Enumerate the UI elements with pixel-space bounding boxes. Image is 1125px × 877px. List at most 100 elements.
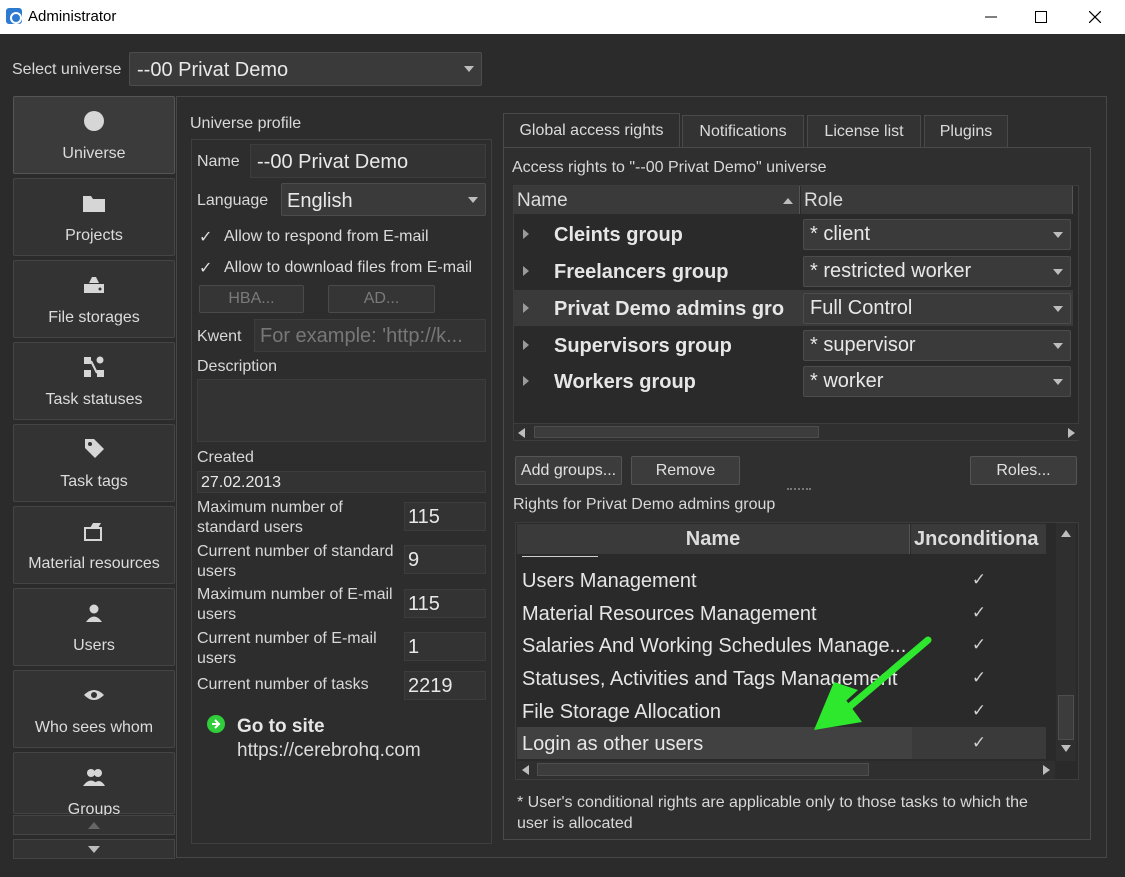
chevron-down-icon: [468, 196, 478, 203]
sidebar-item-material-resources[interactable]: Material resources: [13, 506, 175, 584]
groups-col-name-header[interactable]: Name: [514, 186, 800, 214]
sidebar-item-users[interactable]: Users: [13, 588, 175, 666]
role-select[interactable]: * worker: [803, 366, 1071, 397]
role-select[interactable]: Full Control: [803, 293, 1071, 324]
tab-license-list[interactable]: License list: [807, 115, 921, 147]
rights-row[interactable]: Material Resources Management ✓: [517, 597, 1046, 629]
go-to-site-link[interactable]: Go to site: [237, 716, 325, 738]
conditional-rights-footnote: * User's conditional rights are applicab…: [517, 794, 1028, 832]
universe-select-value: --00 Privat Demo: [137, 59, 289, 81]
role-select[interactable]: * supervisor: [803, 330, 1071, 361]
splitter-handle[interactable]: [787, 488, 811, 491]
language-label: Language: [197, 192, 269, 209]
group-name: Cleints group: [554, 224, 683, 246]
group-row[interactable]: Cleints group * client: [513, 216, 1073, 252]
name-input[interactable]: --00 Privat Demo: [250, 144, 486, 178]
groups-col-role-header[interactable]: Role: [801, 186, 1073, 214]
rights-col-name-header[interactable]: Name: [517, 524, 910, 554]
description-textarea[interactable]: [197, 379, 486, 442]
groups-icon: [82, 765, 106, 789]
role-select[interactable]: * client: [803, 219, 1071, 250]
role-value: Full Control: [810, 297, 913, 319]
sidebar-item-task-tags[interactable]: Task tags: [13, 424, 175, 502]
max-email-users-value[interactable]: 115: [404, 589, 486, 618]
groups-hscroll-thumb[interactable]: [534, 426, 819, 438]
allow-download-checkbox[interactable]: ✓ Allow to download files from E-mail: [199, 258, 472, 278]
current-standard-users-value: 9: [404, 545, 486, 574]
group-row[interactable]: Workers group * worker: [513, 363, 1073, 399]
rights-row[interactable]: File Storage Allocation ✓: [517, 695, 1046, 727]
allow-respond-checkbox[interactable]: ✓ Allow to respond from E-mail: [199, 227, 429, 247]
rights-row[interactable]: Statuses, Activities and Tags Management…: [517, 662, 1046, 694]
role-value: * supervisor: [810, 334, 916, 356]
window-title: Administrator: [28, 8, 117, 25]
remove-button[interactable]: Remove: [631, 456, 740, 485]
role-value: * restricted worker: [810, 260, 972, 282]
rights-row[interactable]: Users Management ✓: [517, 564, 1046, 596]
rights-hscrollbar[interactable]: [517, 761, 1055, 779]
rights-row-selected[interactable]: Login as other users ✓: [517, 727, 1046, 759]
sidebar-item-label: Who sees whom: [34, 719, 154, 736]
max-standard-users-label: Maximum number of standard users: [197, 499, 343, 536]
expand-arrow-icon[interactable]: [523, 303, 529, 313]
maximize-button[interactable]: [1018, 0, 1064, 34]
expand-arrow-icon[interactable]: [523, 340, 529, 350]
rights-vscrollbar[interactable]: [1056, 523, 1076, 761]
sidebar-item-task-statuses[interactable]: Task statuses: [13, 342, 175, 420]
rights-hscroll-thumb[interactable]: [537, 763, 869, 776]
expand-arrow-icon[interactable]: [523, 229, 529, 239]
expand-arrow-icon[interactable]: [523, 266, 529, 276]
scroll-up-icon: [1061, 530, 1071, 537]
expand-arrow-icon[interactable]: [523, 376, 529, 386]
current-tasks-value: 2219: [404, 671, 486, 700]
rights-col-unconditional-header[interactable]: Jnconditiona: [911, 524, 1046, 554]
created-value: 27.02.2013: [197, 471, 486, 493]
roles-button[interactable]: Roles...: [970, 456, 1077, 485]
ad-button[interactable]: AD...: [328, 285, 435, 313]
group-row-selected[interactable]: Privat Demo admins gro Full Control: [513, 290, 1073, 326]
group-name: Workers group: [554, 371, 696, 393]
minimize-button[interactable]: [968, 0, 1014, 34]
go-to-site-icon: [207, 715, 225, 738]
role-select[interactable]: * restricted worker: [803, 256, 1071, 287]
rights-row-divider: [522, 556, 598, 557]
sidebar-scroll-down-button[interactable]: [13, 839, 175, 859]
language-select[interactable]: English: [281, 183, 486, 216]
resources-icon: [82, 519, 106, 543]
checkmark-icon[interactable]: ✓: [912, 597, 1046, 629]
tab-notifications[interactable]: Notifications: [682, 115, 804, 147]
role-value: * client: [810, 223, 871, 245]
statuses-icon: [82, 355, 106, 379]
folder-icon: [82, 191, 106, 215]
scroll-right-icon: [1068, 428, 1075, 438]
maximize-icon: [1035, 11, 1047, 23]
sidebar-item-file-storages[interactable]: File storages: [13, 260, 175, 338]
access-rights-heading: Access rights to "--00 Privat Demo" univ…: [512, 159, 827, 176]
max-standard-users-value[interactable]: 115: [404, 502, 486, 531]
sidebar-item-projects[interactable]: Projects: [13, 178, 175, 256]
groups-hscrollbar[interactable]: [514, 423, 1079, 440]
hba-button[interactable]: HBA...: [199, 285, 304, 313]
language-value: English: [287, 190, 353, 212]
sidebar-item-label: Users: [73, 637, 115, 654]
right-name: Users Management: [522, 570, 697, 592]
max-email-users-label: Maximum number of E-mail users: [197, 586, 393, 623]
sidebar-scroll-up-button[interactable]: [13, 815, 175, 835]
rights-vscroll-thumb[interactable]: [1058, 695, 1074, 740]
sidebar-item-universe[interactable]: Universe: [13, 96, 175, 174]
group-row[interactable]: Freelancers group * restricted worker: [513, 253, 1073, 289]
annotation-arrow-icon: [814, 636, 932, 730]
rights-row[interactable]: Salaries And Working Schedules Manage...…: [517, 629, 1046, 661]
universe-select[interactable]: --00 Privat Demo: [129, 52, 482, 86]
checkmark-icon: ✓: [199, 229, 213, 246]
checkmark-icon[interactable]: ✓: [912, 564, 1046, 596]
sidebar-item-who-sees-whom[interactable]: Who sees whom: [13, 670, 175, 748]
group-row[interactable]: Supervisors group * supervisor: [513, 327, 1073, 363]
kwent-input[interactable]: For example: 'http://k...: [254, 319, 486, 352]
site-url[interactable]: https://cerebrohq.com: [237, 740, 421, 762]
sidebar-item-groups[interactable]: Groups: [13, 752, 175, 818]
close-button[interactable]: [1072, 0, 1118, 34]
tab-plugins[interactable]: Plugins: [924, 115, 1008, 147]
tab-global-access-rights[interactable]: Global access rights: [503, 113, 680, 148]
add-groups-button[interactable]: Add groups...: [515, 456, 622, 485]
